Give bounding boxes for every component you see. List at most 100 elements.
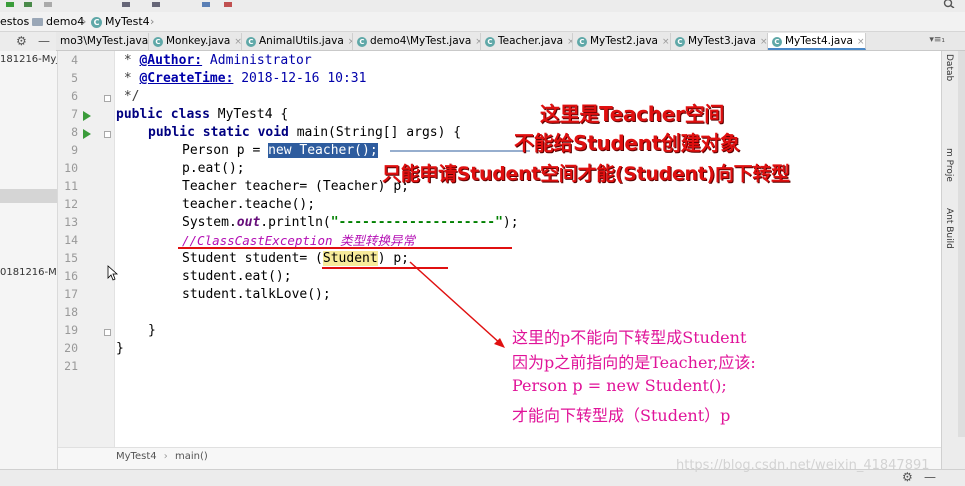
code-text: ); [502, 215, 519, 230]
doc-star: * [116, 53, 140, 68]
close-icon[interactable]: × [662, 37, 670, 47]
tab-mytest4[interactable]: C MyTest4.java × [768, 33, 866, 50]
project-tool-buttons: ⚙ — [0, 32, 56, 51]
fold-marker-icon[interactable] [104, 131, 111, 138]
tab-label: MyTest3.java [688, 35, 756, 47]
line-number: 7 [71, 107, 78, 121]
settings-icon[interactable] [120, 0, 132, 8]
line-number: 18 [64, 305, 78, 319]
code-text: ) p; [377, 251, 409, 266]
breadcrumb-method[interactable]: main() [175, 451, 208, 462]
fold-marker-icon[interactable] [104, 95, 111, 102]
search-everywhere-icon[interactable] [943, 0, 955, 12]
project-tree-item[interactable]: 0181216-My [0, 267, 57, 278]
watermark: https://blog.csdn.net/weixin_41847891 [676, 458, 930, 473]
tab-mytest2[interactable]: C MyTest2.java × [573, 33, 671, 50]
javadoc-tag: @Author: [139, 53, 203, 68]
line-number: 16 [64, 269, 78, 283]
maven-projects-tab[interactable]: m Proje [944, 148, 954, 182]
line-number: 17 [64, 287, 78, 301]
tab-demo3-mytest[interactable]: mo3\MyTest.java× [56, 33, 149, 50]
run-class-icon[interactable] [83, 111, 91, 121]
javadoc-tag: @CreateTime: [139, 71, 234, 86]
breadcrumb-separator: › [82, 15, 87, 28]
java-class-icon: C [772, 37, 782, 47]
code-line-12: teacher.teache(); [182, 197, 316, 212]
annotation-red-line-3: 只能申请Student空间才能(Student)向下转型 [382, 163, 790, 185]
ant-build-tab[interactable]: Ant Build [944, 208, 954, 249]
tab-label: demo4\MyTest.java [370, 35, 472, 47]
line-number: 12 [64, 197, 78, 211]
tab-demo4-mytest[interactable]: Cdemo4\MyTest.java× [353, 33, 481, 50]
breadcrumb-separator: › [24, 15, 29, 28]
selected-text: new Teacher(); [268, 143, 378, 158]
breadcrumb-file[interactable]: C MyTest4 [91, 15, 150, 29]
vcs-icon[interactable] [222, 0, 234, 8]
code-text: .println( [260, 215, 331, 230]
line-number: 13 [64, 215, 78, 229]
tab-label: AnimalUtils.java [259, 35, 344, 47]
tab-label: Teacher.java [498, 35, 564, 47]
close-icon[interactable]: × [857, 37, 865, 47]
vertical-scrollbar[interactable] [958, 51, 965, 437]
code-line-6: */ [116, 89, 140, 104]
project-tree-selected-row[interactable] [0, 189, 57, 203]
breadcrumb-separator: › [150, 15, 155, 28]
code-line-19: } [148, 323, 156, 338]
gear-icon[interactable]: ⚙ [16, 34, 27, 48]
build-icon[interactable] [4, 0, 16, 8]
structure-icon[interactable] [150, 0, 162, 8]
code-text: System. [182, 215, 237, 230]
java-class-icon: C [675, 37, 685, 47]
breadcrumb-folder[interactable]: demo4 [32, 15, 84, 29]
line-number: 20 [64, 341, 78, 355]
hide-icon[interactable]: — [38, 34, 50, 48]
stop-icon[interactable] [42, 0, 54, 8]
breadcrumb-file-label: MyTest4 [105, 15, 150, 28]
line-number: 11 [64, 179, 78, 193]
main-toolbar [0, 0, 965, 12]
line-number: 9 [71, 143, 78, 157]
rerun-icon[interactable] [22, 0, 34, 8]
code-line-11: Teacher teacher= (Teacher) p; [182, 179, 409, 194]
tab-mytest3[interactable]: C MyTest3.java × [671, 33, 768, 50]
tab-animalutils[interactable]: CAnimalUtils.java× [242, 33, 353, 50]
close-icon[interactable]: × [760, 37, 767, 47]
fold-marker-icon[interactable] [104, 329, 111, 336]
java-class-icon: C [153, 37, 163, 47]
string-literal: "--------------------" [330, 215, 503, 230]
code-line-10: p.eat(); [182, 161, 245, 176]
run-main-icon[interactable] [83, 129, 91, 139]
line-number: 10 [64, 161, 78, 175]
code-line-16: student.eat(); [182, 269, 292, 284]
cast-type: Student [322, 251, 378, 266]
close-icon[interactable]: × [234, 37, 241, 47]
line-number: 15 [64, 251, 78, 265]
keyword: public static void [148, 125, 289, 140]
line-number: 14 [64, 233, 78, 247]
annotation-red-line-1: 这里是Teacher空间 [540, 102, 724, 126]
sdk-icon[interactable] [200, 0, 212, 8]
line-number: 5 [71, 71, 78, 85]
line-number: 6 [71, 89, 78, 103]
java-class-icon: C [485, 37, 495, 47]
code-line-8: public static void main(String[] args) { [148, 124, 461, 142]
tab-monkey[interactable]: C Monkey.java × [149, 33, 242, 50]
navigation-bar: estos › demo4 › C MyTest4 › [0, 12, 965, 32]
javadoc-value: 2018-12-16 10:31 [233, 71, 367, 86]
line-number: 19 [64, 323, 78, 337]
code-text: MyTest4 { [209, 107, 289, 122]
java-class-icon: C [577, 37, 587, 47]
tab-teacher[interactable]: CTeacher.java× [481, 33, 573, 50]
code-line-5: * @CreateTime: 2018-12-16 10:31 [116, 70, 367, 88]
code-line-9: Person p = new Teacher(); [182, 142, 378, 160]
annotation-pink-line-4: 才能向下转型成（Student）p [512, 406, 731, 425]
database-panel-tab[interactable]: Datab [944, 54, 954, 81]
code-text: Person p = [182, 143, 269, 158]
breadcrumb-class[interactable]: MyTest4 [116, 451, 157, 462]
breadcrumb-folder-label: demo4 [46, 15, 85, 28]
tab-list-menu[interactable]: ▾≡₁ [929, 35, 945, 45]
project-tree-item[interactable]: 181216-MyJ [0, 54, 57, 65]
editor-breadcrumb: MyTest4 › main() [116, 451, 208, 462]
static-field: out [236, 215, 261, 230]
